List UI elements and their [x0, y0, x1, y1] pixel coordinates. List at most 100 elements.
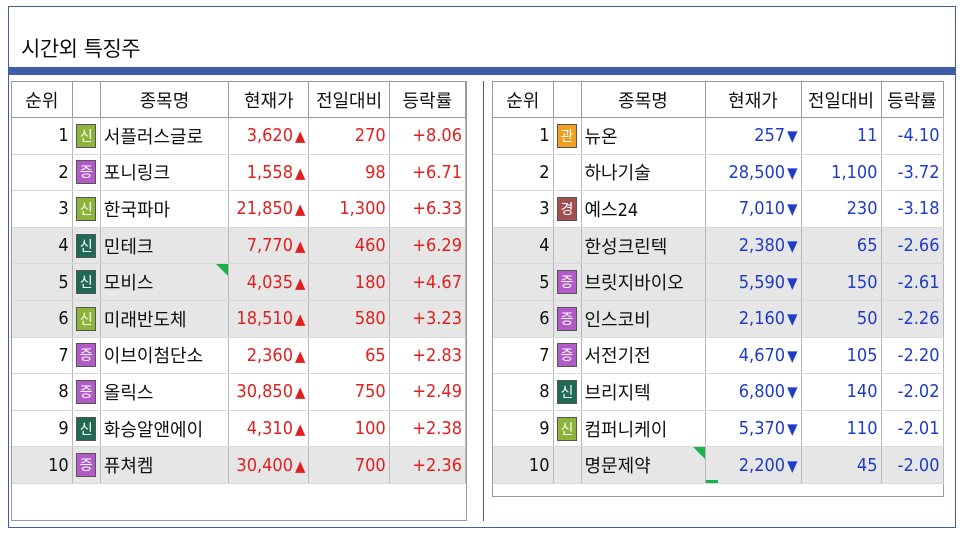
table-row[interactable]: 10 증 퓨쳐켐 30,400 ▲ 700 +2.36 [12, 446, 467, 484]
stock-name[interactable]: 한성크린텍 [581, 227, 706, 265]
change-cell: 580 [308, 300, 390, 338]
col-header-price[interactable]: 현재가 [228, 82, 310, 118]
change-cell: 65 [308, 337, 390, 375]
price-value: 21,850 [236, 198, 294, 220]
table-header-row: 순위 종목명 현재가 전일대비 등락률 [12, 82, 467, 118]
col-header-badge [553, 82, 582, 118]
col-header-change[interactable]: 전일대비 [308, 82, 390, 118]
table-row[interactable]: 6 신 미래반도체 18,510 ▲ 580 +3.23 [12, 300, 467, 338]
price-value: 6,800 [738, 381, 786, 403]
rank-cell: 2 [12, 154, 73, 192]
stock-name[interactable]: 한국파마 [100, 190, 230, 228]
stock-name[interactable]: 뉴온 [581, 117, 706, 155]
col-header-change[interactable]: 전일대비 [801, 82, 882, 118]
change-cell: 180 [308, 263, 390, 301]
price-value: 30,850 [236, 381, 294, 403]
stock-name[interactable]: 퓨쳐켐 [100, 446, 230, 484]
stock-name[interactable]: 서전기전 [581, 337, 706, 375]
table-row[interactable]: 1 신 서플러스글로 3,620 ▲ 270 +8.06 [12, 117, 467, 155]
change-cell: 230 [801, 190, 882, 228]
rate-cell: +2.83 [389, 337, 467, 375]
col-header-rank[interactable]: 순위 [12, 82, 73, 118]
table-row[interactable]: 3 경 예스24 7,010 ▼ 230 -3.18 [493, 190, 944, 228]
change-cell: 140 [801, 373, 882, 411]
price-value: 4,310 [246, 418, 294, 440]
status-badge: 신 [76, 196, 97, 221]
table-row[interactable]: 7 증 서전기전 4,670 ▼ 105 -2.20 [493, 337, 944, 375]
stock-name[interactable]: 화승알앤에이 [100, 410, 230, 448]
col-header-rate[interactable]: 등락률 [389, 82, 467, 118]
stock-name[interactable]: 인스코비 [581, 300, 706, 338]
stock-name[interactable]: 포니링크 [100, 154, 230, 192]
stock-name[interactable]: 예스24 [581, 190, 706, 228]
price-value: 1,558 [246, 161, 294, 183]
status-badge: 증 [557, 343, 577, 368]
table-row[interactable]: 6 증 인스코비 2,160 ▼ 50 -2.26 [493, 300, 944, 338]
change-cell: 750 [308, 373, 390, 411]
down-arrow-icon: ▼ [787, 200, 798, 219]
table-row[interactable]: 5 증 브릿지바이오 5,590 ▼ 150 -2.61 [493, 263, 944, 301]
stock-name[interactable]: 모비스 [100, 263, 230, 301]
table-row[interactable]: 9 신 컴퍼니케이 5,370 ▼ 110 -2.01 [493, 410, 944, 448]
table-row[interactable]: 9 신 화승알앤에이 4,310 ▲ 100 +2.38 [12, 410, 467, 448]
rank-cell: 2 [493, 154, 554, 192]
table-row[interactable]: 4 신 민테크 7,770 ▲ 460 +6.29 [12, 227, 467, 265]
change-cell: 65 [801, 227, 882, 265]
rate-cell: +6.29 [389, 227, 467, 265]
stock-name[interactable]: 이브이첨단소 [100, 337, 230, 375]
stock-name[interactable]: 미래반도체 [100, 300, 230, 338]
col-header-name[interactable]: 종목명 [100, 82, 230, 118]
col-header-rate[interactable]: 등락률 [881, 82, 944, 118]
col-header-badge [72, 82, 101, 118]
table-row[interactable]: 3 신 한국파마 21,850 ▲ 1,300 +6.33 [12, 190, 467, 228]
stock-name[interactable]: 브리지텍 [581, 373, 706, 411]
stock-name[interactable]: 서플러스글로 [100, 117, 230, 155]
table-row[interactable]: 8 신 브리지텍 6,800 ▼ 140 -2.02 [493, 373, 944, 411]
price-value: 5,590 [738, 271, 786, 293]
badge-cell [553, 227, 582, 265]
price-value: 30,400 [236, 454, 294, 476]
falling-stocks-panel: 순위 종목명 현재가 전일대비 등락률 1 관 뉴온 257 ▼ 11 -4.10 2 하나기술… [483, 81, 949, 521]
change-cell: 270 [308, 117, 390, 155]
up-arrow-icon: ▲ [295, 127, 306, 146]
price-cell: 7,010 ▼ [705, 190, 802, 228]
table-row[interactable]: 4 한성크린텍 2,380 ▼ 65 -2.66 [493, 227, 944, 265]
stock-name[interactable]: 컴퍼니케이 [581, 410, 706, 448]
change-cell: 460 [308, 227, 390, 265]
badge-cell [553, 446, 582, 484]
change-cell: 50 [801, 300, 882, 338]
price-cell: 1,558 ▲ [228, 154, 310, 192]
down-arrow-icon: ▼ [787, 127, 798, 146]
badge-cell: 신 [72, 410, 101, 448]
price-value: 2,360 [246, 344, 294, 366]
down-arrow-icon: ▼ [787, 420, 798, 439]
price-cell: 4,310 ▲ [228, 410, 310, 448]
price-value: 18,510 [236, 308, 294, 330]
table-row[interactable]: 5 신 모비스 4,035 ▲ 180 +4.67 [12, 263, 467, 301]
rate-cell: +6.71 [389, 154, 467, 192]
stock-name[interactable]: 하나기술 [581, 154, 706, 192]
rate-cell: +4.67 [389, 263, 467, 301]
stock-name[interactable]: 명문제약 [581, 446, 706, 484]
stock-name[interactable]: 민테크 [100, 227, 230, 265]
up-arrow-icon: ▲ [295, 273, 306, 292]
badge-cell: 증 [72, 373, 101, 411]
price-cell: 4,035 ▲ [228, 263, 310, 301]
table-row[interactable]: 2 하나기술 28,500 ▼ 1,100 -3.72 [493, 154, 944, 192]
col-header-rank[interactable]: 순위 [493, 82, 554, 118]
down-arrow-icon: ▼ [787, 456, 798, 475]
table-row[interactable]: 10 명문제약 2,200 ▼ 45 -2.00 [493, 446, 944, 484]
down-arrow-icon: ▼ [787, 346, 798, 365]
col-header-price[interactable]: 현재가 [705, 82, 802, 118]
price-value: 7,770 [246, 235, 294, 257]
page-title: 시간외 특징주 [21, 37, 141, 61]
stock-name[interactable]: 올릭스 [100, 373, 230, 411]
col-header-name[interactable]: 종목명 [581, 82, 706, 118]
table-row[interactable]: 8 증 올릭스 30,850 ▲ 750 +2.49 [12, 373, 467, 411]
table-row[interactable]: 1 관 뉴온 257 ▼ 11 -4.10 [493, 117, 944, 155]
table-row[interactable]: 7 증 이브이첨단소 2,360 ▲ 65 +2.83 [12, 337, 467, 375]
status-badge: 신 [76, 306, 97, 331]
rate-cell: +6.33 [389, 190, 467, 228]
stock-name[interactable]: 브릿지바이오 [581, 263, 706, 301]
table-row[interactable]: 2 증 포니링크 1,558 ▲ 98 +6.71 [12, 154, 467, 192]
